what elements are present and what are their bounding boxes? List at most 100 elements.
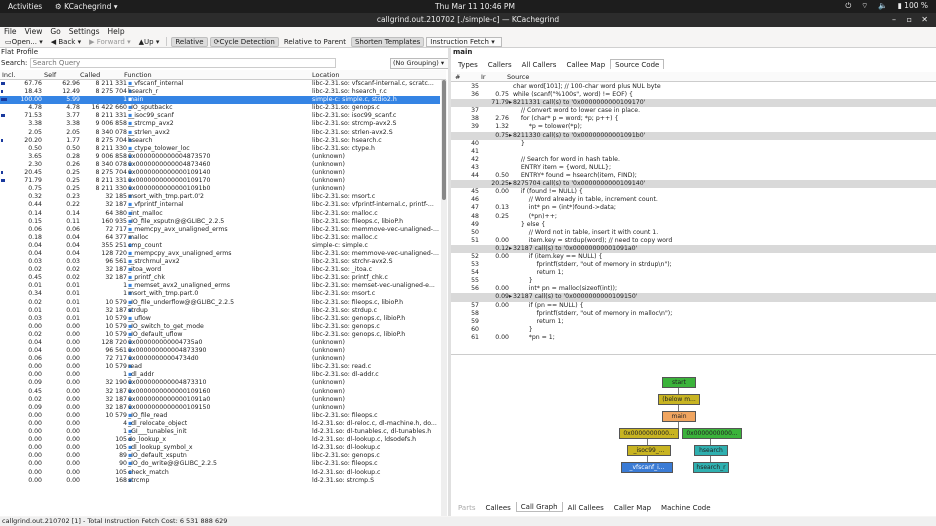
table-row[interactable]: 0.02 0.02 32 187 ▪ _itoa_word libc-2.31.so: … xyxy=(0,266,440,274)
source-line[interactable]: 60 } xyxy=(451,326,936,334)
table-row[interactable]: 3.38 3.38 9 006 858 ▪ __strcmp_avx2 libc-2.3… xyxy=(0,120,440,128)
app-menu[interactable]: ⚙ KCachegrind ▾ xyxy=(55,2,118,11)
bottom-tab-callees[interactable]: Callees xyxy=(480,502,515,512)
activities-button[interactable]: Activities xyxy=(8,2,42,11)
source-code-view[interactable]: 35 char word[101]; // 100-char word plus … xyxy=(451,83,936,351)
table-row[interactable]: 0.01 0.01 32 187 ▪ strdup libc-2.31.so: strd… xyxy=(0,307,440,315)
source-line[interactable]: 43 ENTRY item = {word, NULL}; xyxy=(451,164,936,172)
maximize-icon[interactable]: ▫ xyxy=(907,13,912,27)
table-row[interactable]: 100.00 5.99 1 ▪ main simple-c: simple.c, std… xyxy=(0,96,440,105)
table-row[interactable]: 0.00 0.00 105 ▪ check_match ld-2.31.so: dl-l… xyxy=(0,469,440,477)
table-row[interactable]: 0.00 0.00 4 ▪ _dl_relocate_object ld-2.31.so… xyxy=(0,420,440,428)
cycle-detection-toggle[interactable]: ⟳Cycle Detection xyxy=(209,36,279,47)
table-row[interactable]: 71.79 0.25 8 211 331 ▪ 0x000000000000010917… xyxy=(0,177,440,185)
menu-file[interactable]: File xyxy=(4,27,17,36)
table-row[interactable]: 0.45 0.02 32 187 ▪ __printf_chk libc-2.31.so… xyxy=(0,274,440,282)
graph-node-hsearch-r[interactable]: hsearch_r xyxy=(693,462,729,473)
table-row[interactable]: 0.14 0.14 64 380 ▪ _int_malloc libc-2.31.so:… xyxy=(0,210,440,218)
table-row[interactable]: 0.00 0.00 1 ▪ _GI___tunables_init ld-2.31.so… xyxy=(0,428,440,436)
table-row[interactable]: 0.03 0.03 96 561 ▪ __strchrnul_avx2 libc-2.3… xyxy=(0,258,440,266)
source-line[interactable]: 47 0.13 int* pn = (int*)found->data; xyxy=(451,204,936,212)
table-row[interactable]: 2.05 2.05 8 340 078 ▪ __strlen_avx2 libc-2.3… xyxy=(0,129,440,137)
table-row[interactable]: 71.53 3.77 8 211 331 ▪ __isoc99_scanf libc-2… xyxy=(0,112,440,120)
up-button[interactable]: ▲Up ▾ xyxy=(136,37,163,47)
source-line[interactable]: 44 0.50 ENTRY* found = hsearch(item, FIND… xyxy=(451,172,936,180)
source-line[interactable]: 48 0.25 (*pn)++; xyxy=(451,213,936,221)
source-line[interactable]: 61 0.00 *pn = 1; xyxy=(451,334,936,342)
source-line[interactable]: 45 0.00 if (found != NULL) { xyxy=(451,188,936,196)
tab-all-callers[interactable]: All Callers xyxy=(517,59,562,69)
table-row[interactable]: 0.04 0.00 96 561 ▪ 0x000000000004873390 (unk… xyxy=(0,347,440,355)
bottom-tab-parts[interactable]: Parts xyxy=(453,502,480,512)
source-line[interactable]: 51 0.00 item.key = strdup(word); // need … xyxy=(451,237,936,245)
table-row[interactable]: 0.02 0.00 10 579 ▪ _IO_default_uflow libc-2.… xyxy=(0,331,440,339)
source-line[interactable]: 58 fprintf(stderr, "out of memory in mal… xyxy=(451,310,936,318)
table-row[interactable]: 0.34 0.01 1 ▪ msort_with_tmp.part.0 libc-2.3… xyxy=(0,290,440,298)
table-row[interactable]: 0.00 0.00 89 ▪ _IO_default_xsputn libc-2.31.… xyxy=(0,452,440,460)
menu-help[interactable]: Help xyxy=(108,27,125,36)
call-graph-view[interactable]: start (below m... main 0x0000000000... 0… xyxy=(451,354,936,501)
system-tray[interactable]: ⏻ ⌔ 🔈 ▮ 100 % xyxy=(845,1,928,11)
source-line[interactable]: 50 // Word not in table, insert it with … xyxy=(451,229,936,237)
source-line[interactable]: 46 // Word already in table, increment c… xyxy=(451,196,936,204)
col-ir[interactable]: Ir xyxy=(481,73,486,81)
source-line[interactable]: 59 return 1; xyxy=(451,318,936,326)
table-row[interactable]: 20.45 0.25 8 275 704 ▪ 0x000000000000010914… xyxy=(0,169,440,177)
col-line[interactable]: # xyxy=(455,73,460,81)
source-line[interactable]: 56 0.00 int* pn = malloc(sizeof(int)); xyxy=(451,285,936,293)
tab-source-code[interactable]: Source Code xyxy=(610,59,665,69)
minimize-icon[interactable]: – xyxy=(892,13,896,27)
table-row[interactable]: 0.02 0.00 32 187 ▪ 0x00000000000001091a0 (un… xyxy=(0,396,440,404)
call-line[interactable]: 0.09 ▸ 32187 call(s) to '0x000000000010915… xyxy=(451,293,936,302)
source-line[interactable]: 37 // Convert word to lower case in plac… xyxy=(451,107,936,115)
source-line[interactable]: 42 // Search for word in hash table. xyxy=(451,156,936,164)
table-row[interactable]: 0.09 0.00 32 187 ▪ 0x0000000000000109150 (un… xyxy=(0,404,440,412)
source-line[interactable]: 40 } xyxy=(451,140,936,148)
battery-icon[interactable]: ▮ 100 % xyxy=(898,1,928,11)
call-line[interactable]: 71.79 ▸ 8211331 call(s) to '0x000000000010… xyxy=(451,99,936,108)
source-line[interactable]: 38 2.76 for (char* p = word; *p; p++) { xyxy=(451,115,936,123)
table-row[interactable]: 0.06 0.00 72 717 ▪ 0x00000000004734d0 (unkno… xyxy=(0,355,440,363)
source-line[interactable]: 39 1.32 *p = tolower(*p); xyxy=(451,123,936,131)
source-line[interactable]: 52 0.00 if (item.key == NULL) { xyxy=(451,253,936,261)
open-button[interactable]: ▭Open... ▾ xyxy=(2,37,46,47)
table-row[interactable]: 0.00 0.00 105 ▪ _dl_lookup_symbol_x ld-2.31.… xyxy=(0,444,440,452)
col-source[interactable]: Source xyxy=(507,73,529,81)
call-line[interactable]: 0.75 ▸ 8211330 call(s) to '0x0000000000109… xyxy=(451,131,936,140)
bottom-tab-caller-map[interactable]: Caller Map xyxy=(609,502,656,512)
volume-icon[interactable]: 🔈 xyxy=(878,1,887,11)
table-row[interactable]: 0.00 0.00 168 ▪ strcmp ld-2.31.so: strcmp.S xyxy=(0,477,440,485)
menu-view[interactable]: View xyxy=(25,27,43,36)
table-row[interactable]: 0.00 0.00 90 ▪ _IO_do_write@@GLIBC_2.2.5 lib… xyxy=(0,460,440,468)
source-line[interactable]: 35 char word[101]; // 100-char word plus … xyxy=(451,83,936,91)
table-row[interactable]: 0.45 0.00 32 187 ▪ 0x0000000000000109160 (un… xyxy=(0,388,440,396)
graph-node-vfscanf[interactable]: _vfscanf_i... xyxy=(621,462,673,473)
col-location[interactable]: Location xyxy=(312,71,340,79)
tab-types[interactable]: Types xyxy=(453,59,483,69)
table-row[interactable]: 0.04 0.04 128 720 ▪ __mempcpy_avx_unaligned… xyxy=(0,250,440,258)
search-input[interactable] xyxy=(29,58,336,68)
table-row[interactable]: 0.06 0.06 72 717 ▪ __memcpy_avx_unaligned_e… xyxy=(0,226,440,234)
menu-settings[interactable]: Settings xyxy=(69,27,100,36)
network-icon[interactable]: ⌔ xyxy=(861,1,868,11)
grouping-select[interactable]: (No Grouping) ▾ xyxy=(390,58,449,69)
col-called[interactable]: Called xyxy=(80,71,100,79)
table-row[interactable]: 0.03 0.01 10 579 ▪ __uflow libc-2.31.so: gen… xyxy=(0,315,440,323)
table-row[interactable]: 3.65 0.28 9 006 858 ▪ 0x0000000000004873570… xyxy=(0,153,440,161)
relative-toggle[interactable]: Relative xyxy=(171,36,208,47)
power-icon[interactable]: ⏻ xyxy=(845,1,851,11)
scrollbar-thumb[interactable] xyxy=(442,80,446,200)
graph-node-addr-2[interactable]: 0x0000000000... xyxy=(682,428,742,439)
source-line[interactable]: 41 xyxy=(451,148,936,156)
graph-node-addr-1[interactable]: 0x0000000000... xyxy=(619,428,679,439)
table-row[interactable]: 20.20 1.77 8 275 704 ▪ hsearch libc-2.31.so:… xyxy=(0,137,440,145)
table-row[interactable]: 67.76 62.96 8 211 331 ▪ __vfscanf_internal l… xyxy=(0,80,440,88)
metric-select[interactable]: Instruction Fetch ▾ xyxy=(426,36,503,47)
table-row[interactable]: 4.78 4.78 16 422 660 ▪ _IO_sputbackc libc-2.… xyxy=(0,104,440,112)
table-row[interactable]: 0.00 0.00 105 ▪ do_lookup_x ld-2.31.so: dl-l… xyxy=(0,436,440,444)
graph-node-hsearch[interactable]: hsearch xyxy=(694,445,728,456)
source-line[interactable]: 53 fprintf(stderr, "out of memory in str… xyxy=(451,261,936,269)
table-row[interactable]: 0.32 0.23 32 185 ▪ msort_with_tmp.part.0'2 l… xyxy=(0,193,440,201)
col-self[interactable]: Self xyxy=(44,71,56,79)
tab-callee-map[interactable]: Callee Map xyxy=(561,59,610,69)
